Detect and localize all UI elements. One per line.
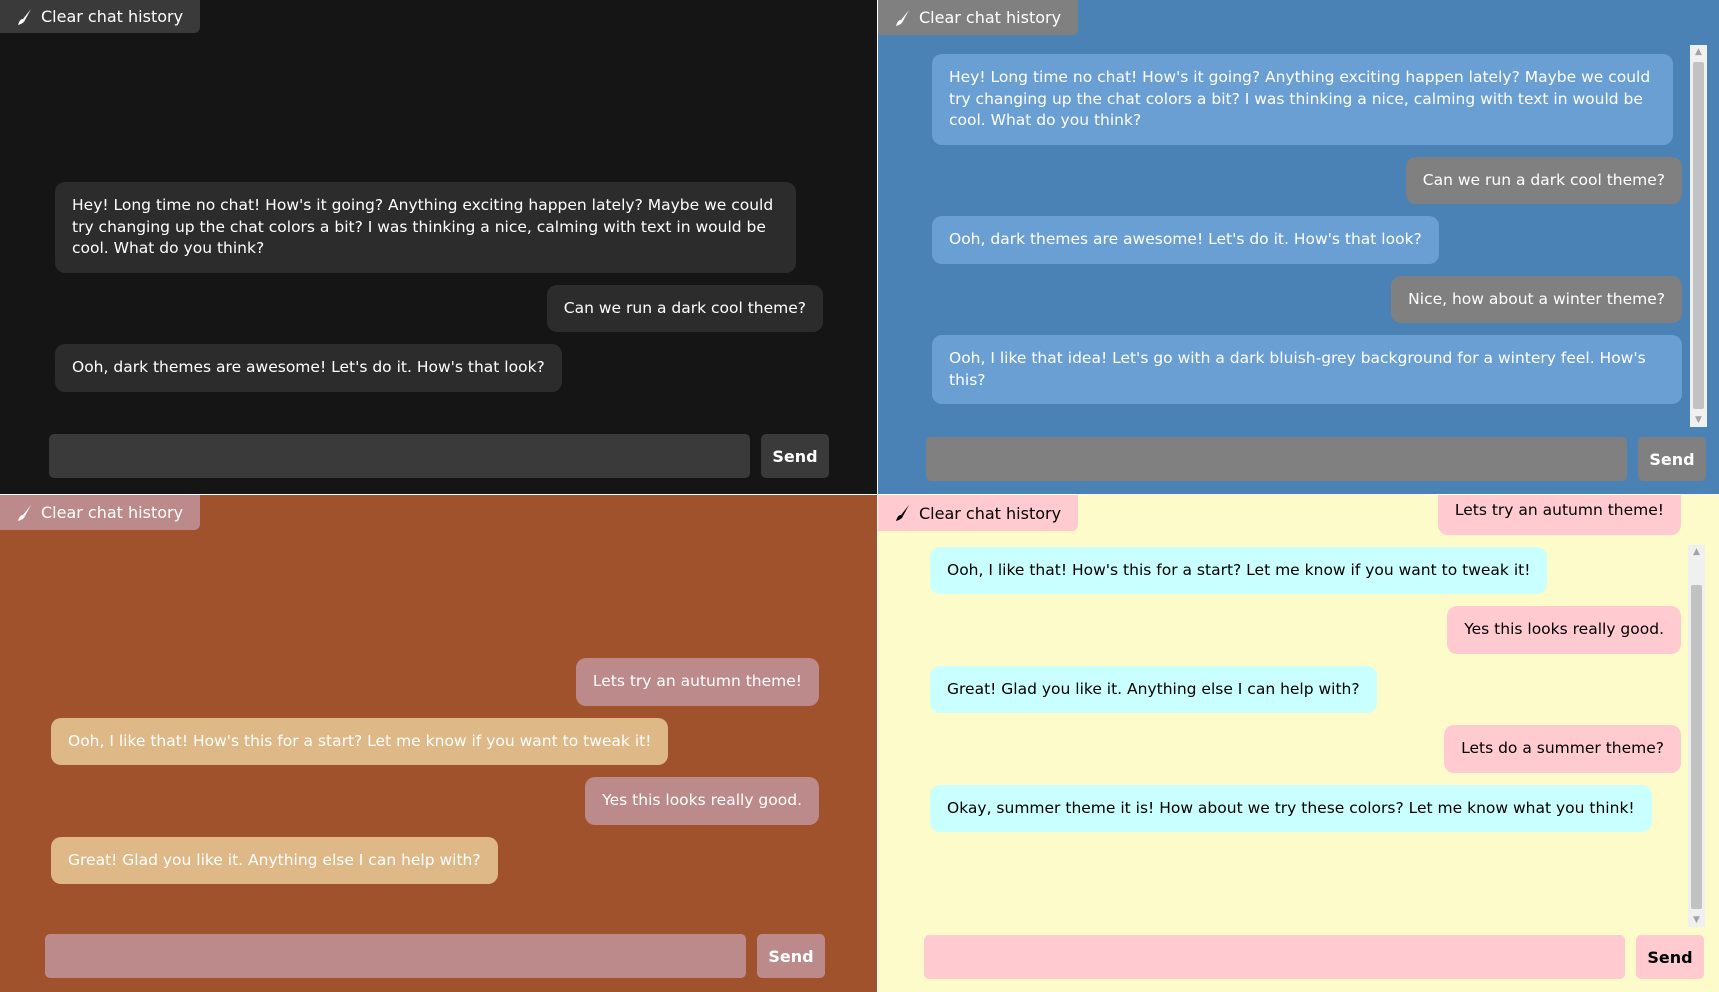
message-list: Lets try an autumn theme! Ooh, I like th… — [930, 495, 1681, 832]
user-message: Can we run a dark cool theme? — [1405, 156, 1682, 204]
clear-chat-history-label: Clear chat history — [919, 8, 1062, 27]
scrollbar-thumb[interactable] — [1693, 62, 1704, 409]
user-message: Nice, how about a winter theme? — [1391, 275, 1682, 323]
clear-chat-history-button[interactable]: Clear chat history — [0, 0, 201, 33]
clear-chat-history-label: Clear chat history — [41, 503, 184, 522]
scroll-down-arrow-icon[interactable]: ▼ — [1688, 913, 1705, 927]
user-message: Yes this looks really good. — [585, 777, 819, 825]
message-input[interactable] — [49, 434, 750, 478]
message-list: Lets try an autumn theme! Ooh, I like th… — [51, 658, 819, 884]
user-message: Lets try an autumn theme! — [1437, 495, 1681, 535]
scrollbar[interactable]: ▲ ▼ — [1688, 545, 1705, 927]
message-input[interactable] — [924, 935, 1625, 979]
bot-message: Ooh, I like that idea! Let's go with a d… — [932, 335, 1682, 404]
chat-panel-dark: Clear chat history Hey! Long time no cha… — [0, 0, 877, 494]
scrollbar-thumb[interactable] — [1691, 585, 1702, 909]
user-message: Lets do a summer theme? — [1444, 725, 1681, 773]
scroll-down-arrow-icon[interactable]: ▼ — [1690, 413, 1707, 427]
bot-message: Ooh, I like that! How's this for a start… — [930, 546, 1548, 594]
send-button[interactable]: Send — [761, 434, 829, 478]
bot-message: Ooh, dark themes are awesome! Let's do i… — [932, 216, 1439, 264]
user-message: Can we run a dark cool theme? — [546, 284, 823, 332]
bot-message: Okay, summer theme it is! How about we t… — [930, 784, 1652, 832]
brush-icon — [896, 9, 909, 26]
bot-message: Ooh, dark themes are awesome! Let's do i… — [55, 344, 562, 392]
bot-message: Great! Glad you like it. Anything else I… — [51, 836, 498, 884]
user-message: Yes this looks really good. — [1447, 606, 1681, 654]
user-message: Lets try an autumn theme! — [575, 658, 819, 706]
bot-message: Hey! Long time no chat! How's it going? … — [55, 182, 796, 273]
message-input[interactable] — [45, 934, 746, 978]
brush-icon — [896, 505, 909, 521]
chat-panel-blue: Clear chat history Hey! Long time no cha… — [878, 0, 1719, 494]
bot-message: Ooh, I like that! How's this for a start… — [51, 717, 669, 765]
scrollbar[interactable]: ▲ ▼ — [1690, 45, 1707, 427]
message-list: Hey! Long time no chat! How's it going? … — [55, 182, 823, 392]
clear-chat-history-button[interactable]: Clear chat history — [878, 0, 1079, 35]
send-button[interactable]: Send — [1638, 437, 1706, 481]
bot-message: Hey! Long time no chat! How's it going? … — [932, 54, 1673, 145]
clear-chat-history-button[interactable]: Clear chat history — [0, 495, 201, 530]
send-button[interactable]: Send — [757, 934, 825, 978]
brush-icon — [18, 8, 31, 25]
send-button[interactable]: Send — [1636, 935, 1704, 979]
chat-panel-summer: Clear chat history Lets try an autumn th… — [878, 495, 1719, 992]
scroll-up-arrow-icon[interactable]: ▲ — [1690, 45, 1707, 59]
brush-icon — [18, 504, 31, 521]
scroll-up-arrow-icon[interactable]: ▲ — [1688, 545, 1705, 559]
message-input[interactable] — [926, 437, 1627, 481]
bot-message: Great! Glad you like it. Anything else I… — [930, 665, 1377, 713]
message-list: Hey! Long time no chat! How's it going? … — [932, 54, 1682, 404]
chat-panel-autumn: Clear chat history Lets try an autumn th… — [0, 495, 877, 992]
clear-chat-history-label: Clear chat history — [41, 7, 184, 26]
